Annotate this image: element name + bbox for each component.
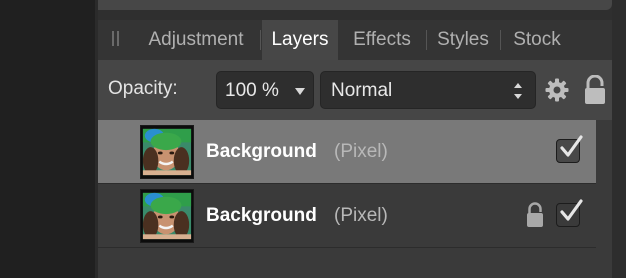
layer-options-bar: Opacity: 100 % Normal [98,60,612,120]
up-down-arrows-icon [514,83,522,99]
panel-top-area [98,0,612,20]
upper-panel-edge [98,0,612,10]
tab-layers[interactable]: Layers [262,20,338,60]
gear-icon[interactable] [545,78,569,102]
layer-type-label: (Pixel) [334,141,388,162]
tab-styles[interactable]: Styles [428,20,498,60]
panel-tab-bar: Adjustment Layers Effects Styles Stock [98,20,612,60]
checkmark-icon [560,199,583,221]
tab-divider [426,30,427,50]
layers-list: Background (Pixel) Background (Pixel) [98,120,612,278]
layers-panel: Adjustment Layers Effects Styles Stock O… [98,0,612,278]
blend-mode-dropdown[interactable]: Normal [320,71,536,109]
checkmark-icon [560,135,583,157]
tab-divider [260,30,261,50]
opacity-label: Opacity: [108,78,178,99]
layer-thumbnail [140,189,194,243]
left-dock-area [0,0,95,278]
lock-icon[interactable] [526,202,544,228]
chevron-down-icon [295,88,305,95]
tab-divider [500,30,501,50]
visibility-checkbox[interactable] [556,199,583,227]
lock-icon[interactable] [584,75,606,105]
layer-type-label: (Pixel) [334,205,388,226]
opacity-dropdown[interactable]: 100 % [216,71,314,109]
blend-mode-value: Normal [331,80,393,101]
tab-stock[interactable]: Stock [502,20,572,60]
layer-name: Background [206,141,317,162]
tab-adjustment[interactable]: Adjustment [134,20,258,60]
layer-row[interactable]: Background (Pixel) [98,120,596,184]
drag-grip-icon[interactable] [112,31,119,46]
tab-effects[interactable]: Effects [340,20,424,60]
layer-thumbnail [140,125,194,179]
right-scroll-area [612,0,626,278]
row-divider [98,247,596,248]
visibility-checkbox[interactable] [556,135,583,163]
layer-name: Background [206,205,317,226]
opacity-value: 100 % [225,80,279,101]
layer-row[interactable]: Background (Pixel) [98,184,596,248]
